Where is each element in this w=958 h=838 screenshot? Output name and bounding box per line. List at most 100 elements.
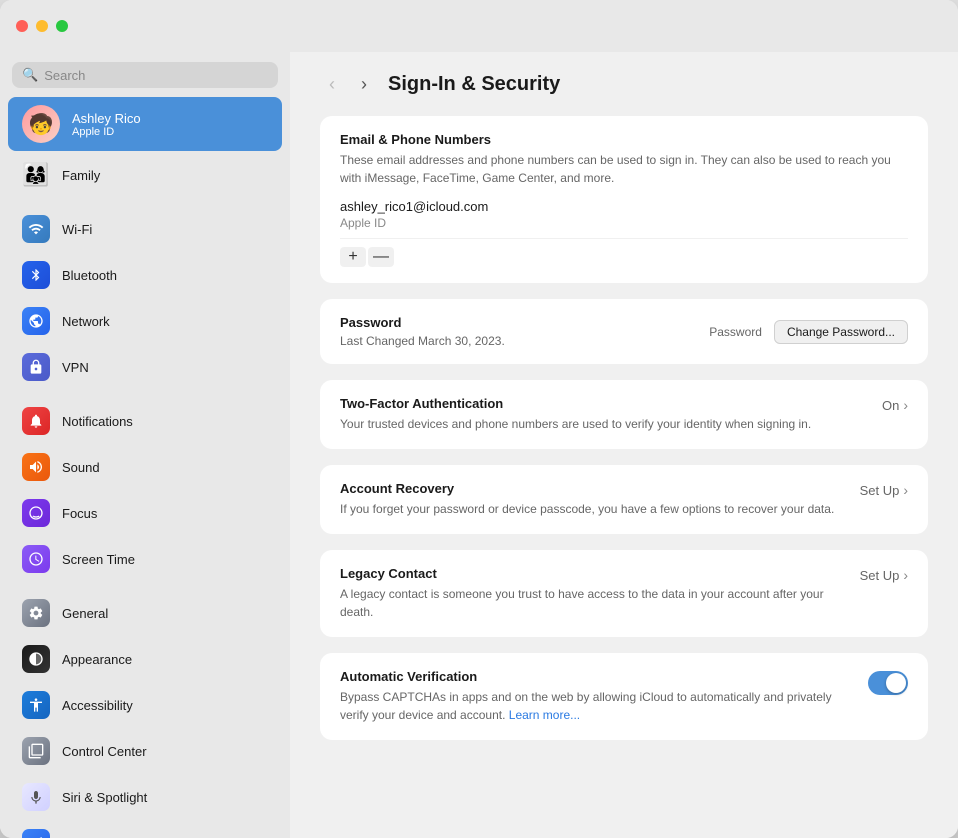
email-phone-card: Email & Phone Numbers These email addres… <box>320 116 928 283</box>
content-header: ‹ › Sign-In & Security <box>320 72 928 96</box>
siri-label: Siri & Spotlight <box>62 790 147 805</box>
two-factor-row: Two-Factor Authentication Your trusted d… <box>340 396 908 433</box>
sidebar-item-focus[interactable]: Focus <box>8 491 282 535</box>
account-recovery-section[interactable]: Account Recovery If you forget your pass… <box>320 465 928 534</box>
notifications-icon <box>22 407 50 435</box>
content-area: ‹ › Sign-In & Security Email & Phone Num… <box>290 52 958 838</box>
focus-icon <box>22 499 50 527</box>
siri-icon <box>22 783 50 811</box>
controlcenter-label: Control Center <box>62 744 147 759</box>
close-button[interactable] <box>16 20 28 32</box>
two-factor-chevron: › <box>903 397 908 413</box>
bluetooth-label: Bluetooth <box>62 268 117 283</box>
legacy-contact-status[interactable]: Set Up › <box>860 566 908 583</box>
auto-verify-card: Automatic Verification Bypass CAPTCHAs i… <box>320 653 928 740</box>
auto-verify-title: Automatic Verification <box>340 669 852 684</box>
two-factor-main: Two-Factor Authentication Your trusted d… <box>340 396 870 433</box>
email-phone-desc: These email addresses and phone numbers … <box>340 151 908 187</box>
account-recovery-status[interactable]: Set Up › <box>860 481 908 498</box>
password-title: Password <box>340 315 697 330</box>
two-factor-section[interactable]: Two-Factor Authentication Your trusted d… <box>320 380 928 449</box>
profile-name: Ashley Rico <box>72 111 141 126</box>
avatar-emoji: 🧒 <box>29 112 54 137</box>
forward-button[interactable]: › <box>352 72 376 96</box>
sidebar-item-notifications[interactable]: Notifications <box>8 399 282 443</box>
sidebar-item-profile[interactable]: 🧒 Ashley Rico Apple ID <box>8 97 282 151</box>
sidebar-item-screentime[interactable]: Screen Time <box>8 537 282 581</box>
minimize-button[interactable] <box>36 20 48 32</box>
account-recovery-main: Account Recovery If you forget your pass… <box>340 481 848 518</box>
sidebar-item-vpn[interactable]: VPN <box>8 345 282 389</box>
back-button[interactable]: ‹ <box>320 72 344 96</box>
auto-verify-row: Automatic Verification Bypass CAPTCHAs i… <box>340 669 908 724</box>
general-label: General <box>62 606 108 621</box>
focus-label: Focus <box>62 506 97 521</box>
add-remove-bar: + — <box>340 238 908 267</box>
screentime-icon <box>22 545 50 573</box>
legacy-contact-status-text: Set Up <box>860 568 900 583</box>
sidebar-item-general[interactable]: General <box>8 591 282 635</box>
two-factor-desc: Your trusted devices and phone numbers a… <box>340 415 870 433</box>
sidebar-item-siri[interactable]: Siri & Spotlight <box>8 775 282 819</box>
sidebar-item-accessibility[interactable]: Accessibility <box>8 683 282 727</box>
email-phone-title: Email & Phone Numbers <box>340 132 908 147</box>
maximize-button[interactable] <box>56 20 68 32</box>
page-title: Sign-In & Security <box>388 73 560 96</box>
sidebar-item-sound[interactable]: Sound <box>8 445 282 489</box>
accessibility-label: Accessibility <box>62 698 133 713</box>
accessibility-icon <box>22 691 50 719</box>
legacy-contact-title: Legacy Contact <box>340 566 848 581</box>
wifi-icon <box>22 215 50 243</box>
auto-verify-toggle[interactable] <box>868 671 908 695</box>
password-row: Password Last Changed March 30, 2023. Pa… <box>340 315 908 348</box>
auto-verify-text: Automatic Verification Bypass CAPTCHAs i… <box>340 669 852 724</box>
legacy-contact-row: Legacy Contact A legacy contact is someo… <box>340 566 908 621</box>
account-recovery-card: Account Recovery If you forget your pass… <box>320 465 928 534</box>
account-recovery-chevron: › <box>903 482 908 498</box>
two-factor-title: Two-Factor Authentication <box>340 396 870 411</box>
email-phone-section: Email & Phone Numbers These email addres… <box>320 116 928 283</box>
learn-more-link[interactable]: Learn more... <box>509 708 580 722</box>
remove-email-button[interactable]: — <box>368 247 394 267</box>
password-section: Password Last Changed March 30, 2023. Pa… <box>320 299 928 364</box>
main-window: 🔍 Search 🧒 Ashley Rico Apple ID 👨‍👩‍👧 Fa… <box>0 0 958 838</box>
network-icon <box>22 307 50 335</box>
search-bar[interactable]: 🔍 Search <box>12 62 278 88</box>
search-icon: 🔍 <box>22 67 38 83</box>
sidebar-item-appearance[interactable]: Appearance <box>8 637 282 681</box>
add-email-button[interactable]: + <box>340 247 366 267</box>
legacy-contact-main: Legacy Contact A legacy contact is someo… <box>340 566 848 621</box>
profile-sublabel: Apple ID <box>72 126 141 138</box>
legacy-contact-section[interactable]: Legacy Contact A legacy contact is someo… <box>320 550 928 637</box>
apple-id-label: Apple ID <box>340 216 908 230</box>
appearance-label: Appearance <box>62 652 132 667</box>
notifications-label: Notifications <box>62 414 133 429</box>
change-password-button[interactable]: Change Password... <box>774 320 908 344</box>
auto-verify-desc-text: Bypass CAPTCHAs in apps and on the web b… <box>340 690 832 722</box>
vpn-label: VPN <box>62 360 89 375</box>
sidebar-item-wifi[interactable]: Wi-Fi <box>8 207 282 251</box>
sidebar-item-bluetooth[interactable]: Bluetooth <box>8 253 282 297</box>
two-factor-card: Two-Factor Authentication Your trusted d… <box>320 380 928 449</box>
sidebar-item-controlcenter[interactable]: Control Center <box>8 729 282 773</box>
password-meta: Password Change Password... <box>709 320 908 344</box>
legacy-contact-desc: A legacy contact is someone you trust to… <box>340 585 848 621</box>
sound-icon <box>22 453 50 481</box>
password-info: Password Last Changed March 30, 2023. <box>340 315 697 348</box>
vpn-icon <box>22 353 50 381</box>
screentime-label: Screen Time <box>62 552 135 567</box>
password-date: Last Changed March 30, 2023. <box>340 334 697 348</box>
privacy-icon <box>22 829 50 838</box>
two-factor-status-text: On <box>882 398 899 413</box>
legacy-contact-card: Legacy Contact A legacy contact is someo… <box>320 550 928 637</box>
email-address: ashley_rico1@icloud.com <box>340 199 908 214</box>
sidebar-item-network[interactable]: Network <box>8 299 282 343</box>
traffic-lights <box>16 20 68 32</box>
search-placeholder: Search <box>44 68 85 83</box>
sidebar-item-privacy[interactable]: Privacy & Security <box>8 821 282 838</box>
legacy-contact-chevron: › <box>903 567 908 583</box>
two-factor-status[interactable]: On › <box>882 396 908 413</box>
bluetooth-icon <box>22 261 50 289</box>
sidebar-item-family[interactable]: 👨‍👩‍👧 Family <box>8 153 282 197</box>
password-card: Password Last Changed March 30, 2023. Pa… <box>320 299 928 364</box>
